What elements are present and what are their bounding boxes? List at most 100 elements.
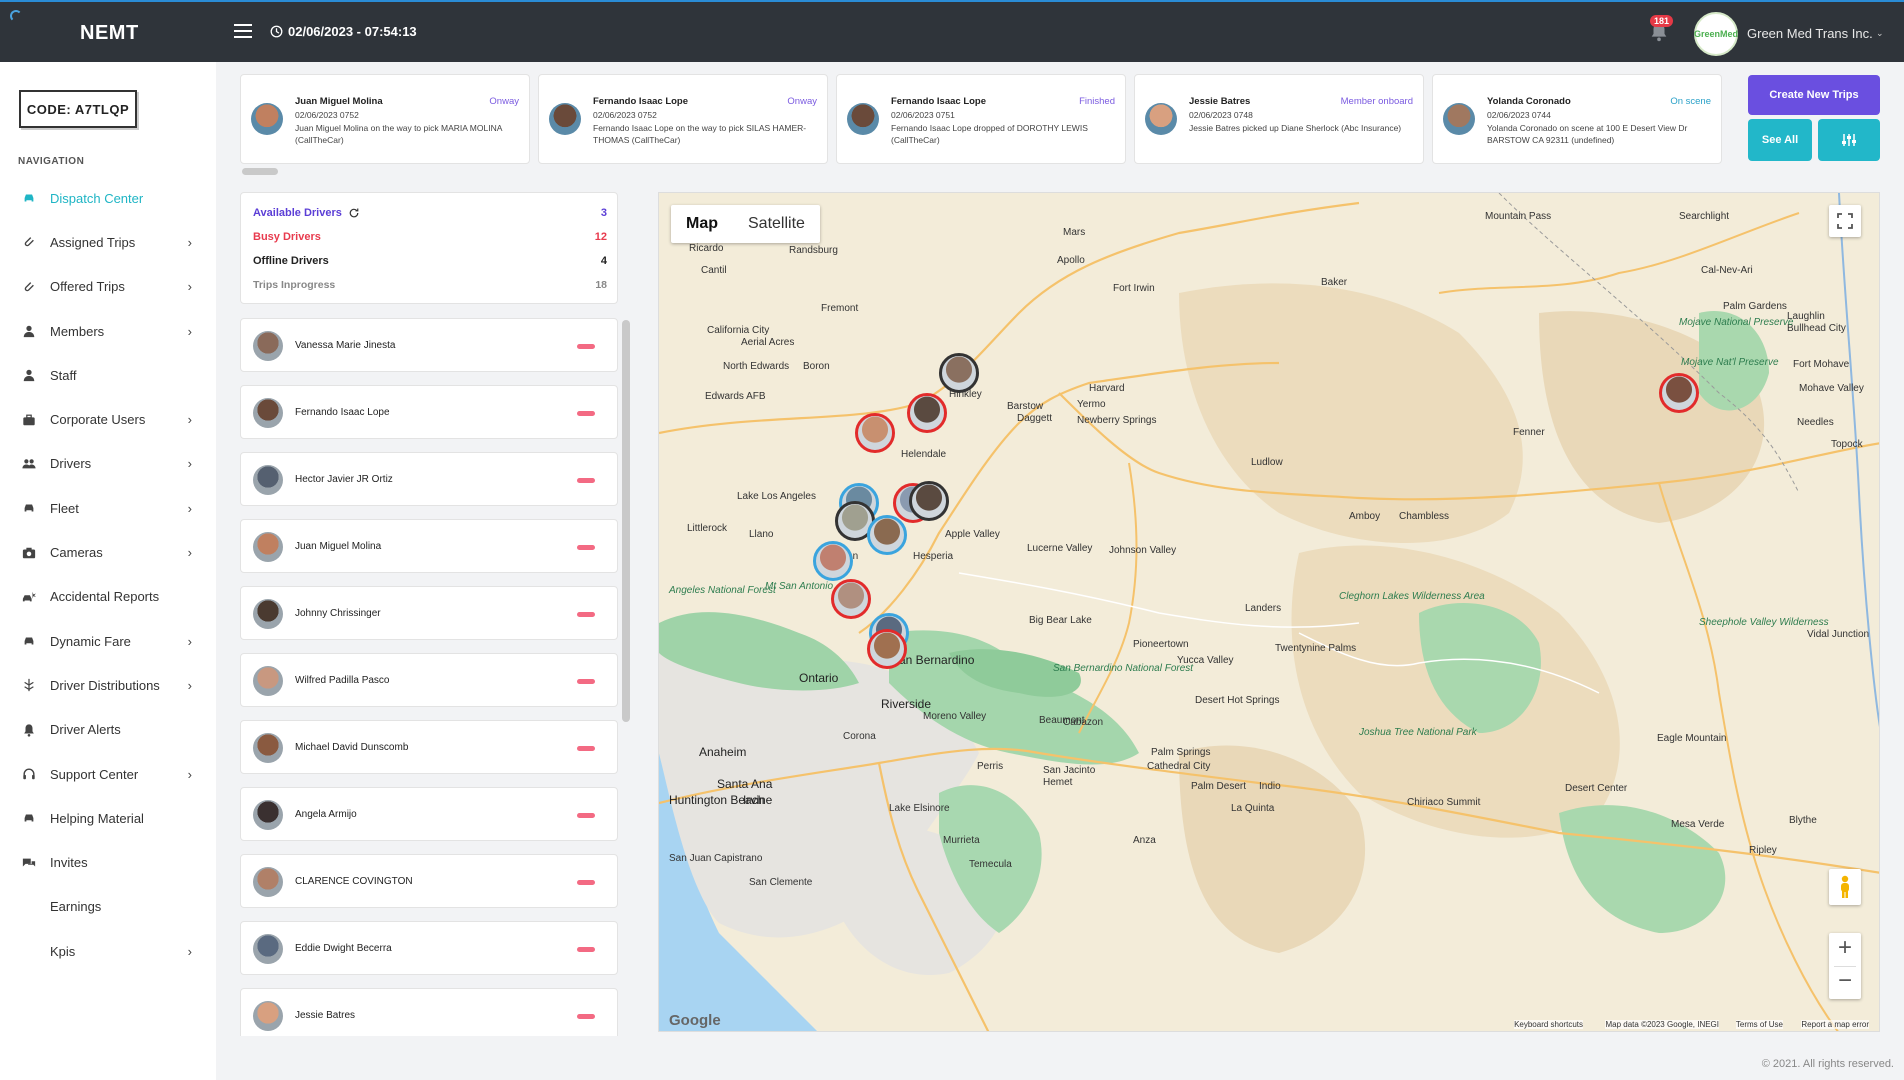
sidebar-item-drivers[interactable]: Drivers › — [0, 442, 216, 486]
driver-avatar — [253, 532, 283, 562]
driver-list-item[interactable]: Michael David Dunscomb — [240, 720, 618, 774]
driver-list-item[interactable]: Wilfred Padilla Pasco — [240, 653, 618, 707]
sidebar-item-offered-trips[interactable]: Offered Trips › — [0, 265, 216, 309]
trip-card[interactable]: Fernando Isaac Lope Finished 02/06/2023 07… — [836, 74, 1126, 164]
sidebar-item-support-center[interactable]: Support Center › — [0, 752, 216, 796]
chevron-right-icon: › — [187, 456, 192, 472]
driver-map-marker[interactable] — [813, 541, 853, 581]
notification-count-badge: 181 — [1650, 15, 1674, 27]
sidebar-item-earnings[interactable]: Earnings — [0, 885, 216, 929]
stat-value: 18 — [595, 279, 607, 291]
trip-status: Finished — [1079, 96, 1115, 107]
trip-card[interactable]: Juan Miguel Molina Onway 02/06/2023 0752 Ju… — [240, 74, 530, 164]
driver-map-marker[interactable] — [855, 413, 895, 453]
map-place-label: San Bernardino National Forest — [1053, 663, 1194, 674]
paperclip-icon — [22, 280, 36, 294]
sidebar-item-cameras[interactable]: Cameras › — [0, 530, 216, 574]
sidebar-item-assigned-trips[interactable]: Assigned Trips › — [0, 220, 216, 264]
chevron-right-icon: › — [187, 943, 192, 959]
driver-list-item[interactable]: Angela Armijo — [240, 787, 618, 841]
chevron-right-icon: › — [187, 279, 192, 295]
driver-list-item[interactable]: Fernando Isaac Lope — [240, 385, 618, 439]
sidebar-item-members[interactable]: Members › — [0, 309, 216, 353]
sidebar-item-driver-distributions[interactable]: Driver Distributions › — [0, 663, 216, 707]
sidebar-item-fleet[interactable]: Fleet › — [0, 486, 216, 530]
driver-map-marker[interactable] — [939, 353, 979, 393]
trip-status: Onway — [787, 96, 817, 107]
driver-map-marker[interactable] — [867, 629, 907, 669]
chevron-right-icon: › — [187, 500, 192, 516]
driver-avatar — [253, 465, 283, 495]
driver-list-item[interactable]: Vanessa Marie Jinesta — [240, 318, 618, 372]
driver-status-pill — [577, 679, 595, 684]
driver-avatar — [253, 733, 283, 763]
car-icon — [22, 811, 36, 825]
map-place-label: Big Bear Lake — [1029, 615, 1092, 626]
map-type-map-button[interactable]: Map — [671, 205, 733, 243]
company-avatar[interactable]: GreenMed — [1694, 12, 1738, 56]
refresh-icon[interactable] — [348, 207, 360, 219]
sidebar-item-dispatch-center[interactable]: Dispatch Center — [0, 176, 216, 220]
driver-list-item[interactable]: Johnny Chrissinger — [240, 586, 618, 640]
sidebar-item-kpis[interactable]: Kpis › — [0, 929, 216, 973]
trip-card[interactable]: Fernando Isaac Lope Onway 02/06/2023 0752 F… — [538, 74, 828, 164]
chevron-right-icon: › — [187, 766, 192, 782]
driver-status-pill — [577, 813, 595, 818]
chevron-down-icon[interactable]: ⌄ — [1876, 28, 1884, 39]
report-error-link[interactable]: Report a map error — [1801, 1020, 1869, 1029]
copyright: © 2021. All rights reserved. — [1761, 1058, 1894, 1070]
driver-list-item[interactable]: Jessie Batres — [240, 988, 618, 1036]
chevron-right-icon: › — [187, 234, 192, 250]
filter-button[interactable] — [1818, 119, 1880, 161]
map-place-label: Daggett — [1017, 413, 1053, 424]
company-name[interactable]: Green Med Trans Inc. — [1747, 26, 1873, 41]
driver-map-marker[interactable] — [1659, 373, 1699, 413]
driver-list-item[interactable]: Juan Miguel Molina — [240, 519, 618, 573]
sidebar-item-label: Support Center — [50, 766, 139, 782]
sidebar-item-accidental-reports[interactable]: Accidental Reports — [0, 575, 216, 619]
horizontal-scrollbar[interactable] — [242, 168, 278, 175]
stat-offline-drivers[interactable]: Offline Drivers 4 — [253, 255, 607, 267]
dispatch-map[interactable]: Map Satellite + − Mars Apollo Fort Irwin Mo… — [658, 192, 1880, 1032]
driver-list-item[interactable]: CLARENCE COVINGTON — [240, 854, 618, 908]
street-view-pegman[interactable] — [1829, 869, 1861, 905]
stat-busy-drivers[interactable]: Busy Drivers 12 — [253, 231, 607, 243]
driver-map-marker[interactable] — [907, 393, 947, 433]
sidebar-item-corporate-users[interactable]: Corporate Users › — [0, 397, 216, 441]
driver-map-marker[interactable] — [909, 481, 949, 521]
see-all-button[interactable]: See All — [1748, 119, 1812, 161]
create-new-trips-button[interactable]: Create New Trips — [1748, 75, 1880, 115]
headset-icon — [22, 767, 36, 781]
driver-map-marker[interactable] — [867, 515, 907, 555]
sidebar-item-label: Helping Material — [50, 810, 144, 826]
distribution-icon — [22, 678, 36, 692]
sidebar-item-label: Kpis — [50, 943, 76, 959]
driver-list-item[interactable]: Hector Javier JR Ortiz — [240, 452, 618, 506]
zoom-out-button[interactable]: − — [1838, 966, 1852, 999]
zoom-in-button[interactable]: + — [1838, 933, 1852, 966]
sidebar-item-dynamic-fare[interactable]: Dynamic Fare › — [0, 619, 216, 663]
stat-trips-inprogress[interactable]: Trips Inprogress 18 — [253, 279, 607, 291]
driver-list-item[interactable]: Eddie Dwight Becerra — [240, 921, 618, 975]
map-type-toggle: Map Satellite — [671, 205, 820, 243]
map-data-attribution: Map data ©2023 Google, INEGI — [1605, 1020, 1719, 1029]
stat-available-drivers[interactable]: Available Drivers 3 — [253, 207, 607, 219]
terms-link[interactable]: Terms of Use — [1735, 1020, 1783, 1029]
drivers-list-scrollbar[interactable] — [622, 320, 630, 722]
map-place-label: Newberry Springs — [1077, 415, 1157, 426]
trip-card[interactable]: Jessie Batres Member onboard 02/06/2023 07… — [1134, 74, 1424, 164]
sidebar-item-staff[interactable]: Staff — [0, 353, 216, 397]
sidebar-item-helping-material[interactable]: Helping Material — [0, 796, 216, 840]
hamburger-menu-icon[interactable] — [234, 24, 252, 42]
keyboard-shortcuts-link[interactable]: Keyboard shortcuts — [1514, 1020, 1583, 1029]
driver-avatar — [253, 867, 283, 897]
map-place-label: Yermo — [1077, 399, 1106, 410]
map-place-label: Ripley — [1749, 845, 1777, 856]
sidebar-item-driver-alerts[interactable]: Driver Alerts — [0, 708, 216, 752]
driver-map-marker[interactable] — [831, 579, 871, 619]
map-type-satellite-button[interactable]: Satellite — [733, 205, 820, 243]
fullscreen-button[interactable] — [1829, 205, 1861, 237]
brand-logo[interactable]: NEMT — [80, 22, 139, 45]
sidebar-item-invites[interactable]: Invites — [0, 840, 216, 884]
trip-card[interactable]: Yolanda Coronado On scene 02/06/2023 0744 Y… — [1432, 74, 1722, 164]
